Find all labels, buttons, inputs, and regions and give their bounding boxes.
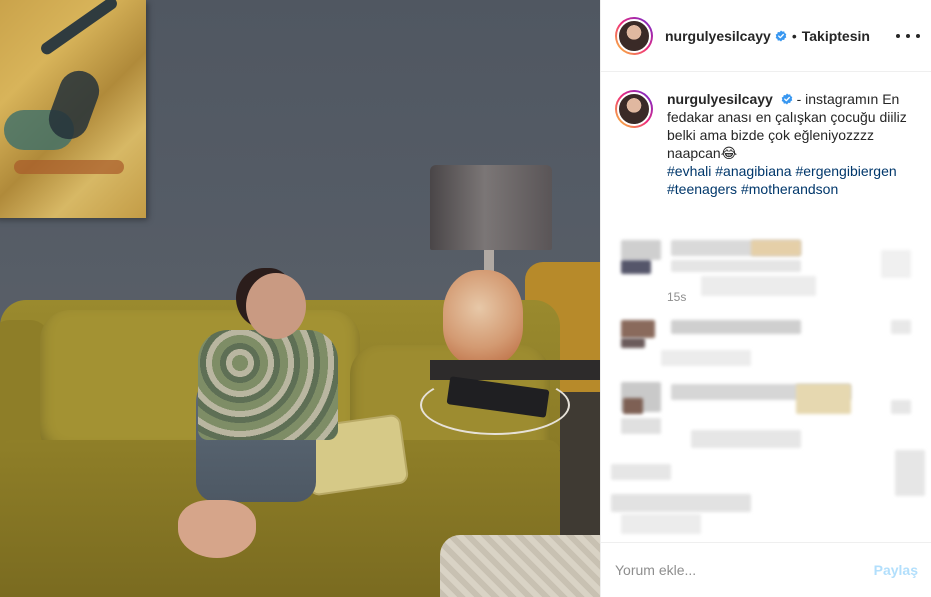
instagram-post: nurgulyesilcayy • Takiptesin nurgulyesil… bbox=[0, 0, 931, 597]
post-side-panel: nurgulyesilcayy • Takiptesin nurgulyesil… bbox=[600, 0, 931, 597]
lamp-base bbox=[443, 270, 523, 365]
person-body bbox=[198, 330, 338, 440]
blanket bbox=[440, 535, 600, 597]
hashtag-link[interactable]: #ergengibiergen bbox=[795, 163, 896, 179]
more-options-icon[interactable] bbox=[896, 26, 920, 46]
comment-input[interactable] bbox=[615, 562, 874, 578]
post-video[interactable] bbox=[0, 0, 600, 597]
share-button[interactable]: Paylaş bbox=[874, 562, 918, 578]
follow-status[interactable]: Takiptesin bbox=[802, 28, 870, 44]
comment-bar: Paylaş bbox=[601, 542, 931, 597]
blurred-comments bbox=[601, 232, 931, 544]
post-header: nurgulyesilcayy • Takiptesin bbox=[601, 0, 931, 72]
header-username[interactable]: nurgulyesilcayy bbox=[665, 28, 771, 44]
story-ring[interactable] bbox=[615, 16, 653, 55]
verified-badge-icon bbox=[781, 93, 793, 105]
caption-hashtags: #evhali #anagibiana #ergengibiergen #tee… bbox=[667, 162, 917, 198]
hashtag-link[interactable]: #evhali bbox=[667, 163, 711, 179]
caption-username[interactable]: nurgulyesilcayy bbox=[667, 91, 773, 107]
person-head bbox=[246, 273, 306, 339]
verified-badge-icon bbox=[775, 30, 787, 41]
caption-story-ring[interactable] bbox=[615, 90, 653, 128]
caption-block: nurgulyesilcayy - instagramın En fedakar… bbox=[601, 72, 931, 304]
person-feet bbox=[178, 500, 256, 558]
caption: nurgulyesilcayy - instagramın En fedakar… bbox=[667, 90, 917, 230]
header-separator: • bbox=[791, 27, 797, 44]
caption-avatar[interactable] bbox=[617, 92, 651, 126]
avatar[interactable] bbox=[617, 18, 651, 53]
hashtag-link[interactable]: #teenagers bbox=[667, 181, 737, 197]
hashtag-link[interactable]: #motherandson bbox=[741, 181, 838, 197]
wall-painting bbox=[0, 0, 146, 218]
hashtag-link[interactable]: #anagibiana bbox=[715, 163, 791, 179]
lamp-shade bbox=[430, 165, 552, 250]
